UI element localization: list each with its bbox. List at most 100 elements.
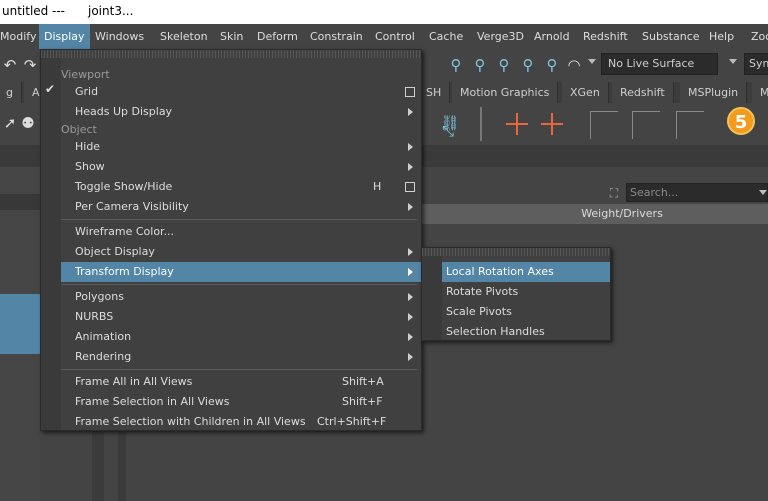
empty-shelf-slot-icon[interactable] [676, 111, 704, 139]
menu-item-label: Frame Selection with Children in All Vie… [75, 415, 306, 428]
menu-item-per-camera-visibility[interactable]: Per Camera Visibility [61, 197, 421, 217]
outliner-header [0, 194, 40, 210]
menu-skin[interactable]: Skin [215, 24, 248, 49]
snap-view-plane-icon[interactable]: ⚲ [542, 55, 562, 75]
panel-column [92, 430, 104, 501]
redo-icon[interactable]: ↷ [20, 55, 40, 75]
shelf-tab-sh[interactable]: SH [418, 82, 451, 103]
menu-item-label: Per Camera Visibility [75, 200, 189, 213]
snap-point-icon[interactable]: ⚲ [494, 55, 514, 75]
menu-item-nurbs[interactable]: NURBS [61, 307, 421, 327]
submenu-arrow-icon [408, 293, 413, 301]
shelf-tab-rigging[interactable]: g [0, 82, 22, 103]
menu-item-label: Local Rotation Axes [446, 265, 554, 278]
chevron-down-icon[interactable] [729, 59, 737, 64]
submenu-arrow-icon [408, 163, 413, 171]
shortcut-label: Shift+A [342, 375, 384, 388]
weight-drivers-header: Weight/Drivers [420, 204, 768, 224]
menu-item-heads-up-display[interactable]: Heads Up Display [61, 102, 421, 122]
menu-display[interactable]: Display [39, 24, 90, 49]
shelf-tab-redshift[interactable]: Redshift [612, 82, 674, 103]
submenu-arrow-icon [408, 268, 413, 276]
outliner-selected-row[interactable] [0, 294, 40, 354]
menu-substance[interactable]: Substance [637, 24, 705, 49]
empty-shelf-slot-icon[interactable] [632, 111, 660, 139]
menu-verge3d[interactable]: Verge3D [472, 24, 529, 49]
menu-separator [61, 369, 417, 370]
menu-item-animation[interactable]: Animation [61, 327, 421, 347]
menu-modify[interactable]: Modify [0, 24, 41, 49]
insert-joint-icon[interactable] [505, 111, 531, 137]
option-box-icon[interactable] [405, 87, 415, 97]
menu-item-rotate-pivots[interactable]: Rotate Pivots [442, 282, 610, 302]
chevron-down-icon[interactable] [588, 59, 596, 64]
menu-item-local-rotation-axes[interactable]: Local Rotation Axes [442, 262, 610, 282]
main-menu-bar: Modify Display Windows Skeleton Skin Def… [0, 24, 768, 49]
menu-item-label: Frame All in All Views [75, 375, 193, 388]
shortcut-label: Shift+F [342, 395, 383, 408]
tear-off-handle[interactable] [41, 50, 421, 58]
mirror-joint-icon[interactable] [540, 111, 566, 137]
option-box-icon[interactable] [405, 182, 415, 192]
menu-item-frame-selection[interactable]: Frame Selection in All Views Shift+F [61, 392, 421, 412]
make-live-icon[interactable]: ◠ [564, 55, 584, 75]
submenu-arrow-icon [408, 353, 413, 361]
menu-item-toggle-show-hide[interactable]: Toggle Show/Hide H [61, 177, 421, 197]
shortcut-label: Ctrl+Shift+F [317, 415, 387, 428]
search-input[interactable]: Search... [626, 183, 768, 202]
menu-item-frame-selection-children[interactable]: Frame Selection with Children in All Vie… [61, 412, 421, 432]
menu-zoo[interactable]: Zoo [746, 24, 768, 49]
menu-deform[interactable]: Deform [252, 24, 303, 49]
snap-projected-icon[interactable]: ⚲ [518, 55, 538, 75]
filter-icon[interactable]: ⛶ [604, 183, 624, 203]
submenu-arrow-icon [408, 248, 413, 256]
menu-item-label: NURBS [75, 310, 114, 323]
ik-spline-icon[interactable]: ⤡ [438, 121, 458, 141]
menu-arnold[interactable]: Arnold [529, 24, 575, 49]
menu-item-label: Polygons [75, 290, 124, 303]
shelf-tab-xgen[interactable]: XGen [562, 82, 609, 103]
chevron-down-icon[interactable] [759, 190, 767, 195]
menu-control[interactable]: Control [370, 24, 420, 49]
menu-skeleton[interactable]: Skeleton [155, 24, 213, 49]
menu-redshift[interactable]: Redshift [578, 24, 633, 49]
menu-item-frame-all[interactable]: Frame All in All Views Shift+A [61, 372, 421, 392]
menu-windows[interactable]: Windows [90, 24, 149, 49]
create-joint-icon[interactable]: ⚉ [18, 113, 38, 133]
snap-grid-icon[interactable]: ⚲ [446, 55, 466, 75]
menu-item-scale-pivots[interactable]: Scale Pivots [442, 302, 610, 322]
menu-item-show[interactable]: Show [61, 157, 421, 177]
menu-item-label: Wireframe Color... [75, 225, 175, 238]
tear-off-handle[interactable] [422, 248, 610, 256]
select-tool-icon[interactable]: ➚ [0, 113, 20, 133]
menu-item-grid[interactable]: Grid [61, 82, 421, 102]
menu-item-polygons[interactable]: Polygons [61, 287, 421, 307]
menu-item-selection-handles[interactable]: Selection Handles [442, 322, 610, 342]
menu-constrain[interactable]: Constrain [305, 24, 368, 49]
snap-curve-icon[interactable]: ⚲ [470, 55, 490, 75]
shelf-tab-msplugin[interactable]: MSPlugin [680, 82, 748, 103]
menu-item-rendering[interactable]: Rendering [61, 347, 421, 367]
menu-separator [61, 219, 417, 220]
title-bar: untitled --- joint3... [0, 0, 768, 24]
menu-cache[interactable]: Cache [424, 24, 468, 49]
menu-help[interactable]: Help [704, 24, 739, 49]
menu-item-object-display[interactable]: Object Display [61, 242, 421, 262]
live-surface-field[interactable]: No Live Surface [601, 53, 718, 75]
menu-gutter [41, 58, 61, 430]
symmetry-dropdown[interactable]: Sym [744, 53, 768, 75]
menu-item-transform-display[interactable]: Transform Display [61, 262, 421, 282]
menu-item-hide[interactable]: Hide [61, 137, 421, 157]
empty-shelf-slot-icon[interactable] [590, 111, 618, 139]
title-separator: --- [52, 4, 65, 18]
submenu-arrow-icon [408, 108, 413, 116]
menu-item-label: Grid [75, 85, 99, 98]
menu-item-label: Selection Handles [446, 325, 545, 338]
menu-item-label: Animation [75, 330, 132, 343]
shelf-tab-motion-graphics[interactable]: Motion Graphics [452, 82, 559, 103]
undo-icon[interactable]: ↶ [0, 55, 20, 75]
shelf-tab-more[interactable]: M [752, 82, 768, 103]
menu-item-wireframe-color[interactable]: Wireframe Color... [61, 222, 421, 242]
custom-script-badge-icon[interactable]: 5 [727, 107, 755, 135]
menu-separator [61, 284, 417, 285]
